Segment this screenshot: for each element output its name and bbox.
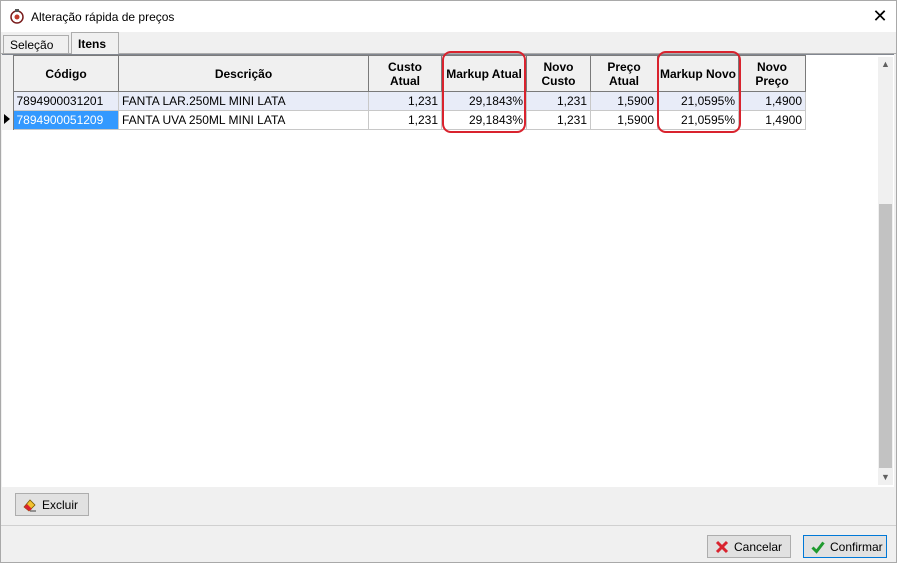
tab-selecao[interactable]: Seleção — [3, 35, 69, 53]
dialog-window: Alteração rápida de preços ✕ Seleção Ite… — [0, 0, 897, 563]
current-row-arrow-icon — [4, 114, 10, 124]
checkmark-icon — [810, 539, 826, 555]
col-header-novo-custo[interactable]: Novo Custo — [526, 55, 591, 92]
col-header-preco-atual[interactable]: Preço Atual — [590, 55, 658, 92]
cell-novo-custo[interactable]: 1,231 — [526, 110, 591, 130]
scroll-thumb[interactable] — [879, 204, 892, 468]
col-header-markup-atual[interactable]: Markup Atual — [441, 55, 527, 92]
window-title: Alteração rápida de preços — [31, 10, 175, 24]
cancel-x-icon — [714, 539, 730, 555]
scroll-down-icon[interactable]: ▼ — [878, 470, 893, 485]
scroll-up-icon[interactable]: ▲ — [878, 57, 893, 72]
confirmar-button[interactable]: Confirmar — [803, 535, 887, 558]
cell-preco-atual[interactable]: 1,5900 — [590, 91, 658, 111]
cancelar-label: Cancelar — [734, 539, 783, 554]
cancelar-button[interactable]: Cancelar — [707, 535, 791, 558]
cell-codigo[interactable]: 7894900031201 — [13, 91, 119, 111]
col-header-custo-atual[interactable]: Custo Atual — [368, 55, 442, 92]
cell-codigo[interactable]: 7894900051209 — [13, 110, 119, 130]
excluir-label: Excluir — [42, 497, 79, 512]
cell-custo-atual[interactable]: 1,231 — [368, 110, 442, 130]
cell-markup-novo[interactable]: 21,0595% — [657, 110, 739, 130]
cell-descricao[interactable]: FANTA LAR.250ML MINI LATA — [118, 91, 369, 111]
col-header-descricao[interactable]: Descrição — [118, 55, 369, 92]
cell-novo-preco[interactable]: 1,4900 — [738, 91, 806, 111]
cell-preco-atual[interactable]: 1,5900 — [590, 110, 658, 130]
confirmar-label: Confirmar — [830, 539, 883, 554]
vertical-scrollbar[interactable]: ▲ ▼ — [878, 57, 893, 485]
excluir-button[interactable]: Excluir — [15, 493, 89, 516]
cell-custo-atual[interactable]: 1,231 — [368, 91, 442, 111]
table-row[interactable]: 7894900051209 FANTA UVA 250ML MINI LATA … — [13, 110, 806, 130]
cell-descricao[interactable]: FANTA UVA 250ML MINI LATA — [118, 110, 369, 130]
items-grid[interactable]: Código Descrição Custo Atual Markup Atual… — [2, 51, 894, 487]
table-row[interactable]: 7894900031201 FANTA LAR.250ML MINI LATA … — [13, 91, 806, 111]
app-icon — [9, 8, 25, 24]
tab-itens[interactable]: Itens — [71, 32, 119, 54]
cell-novo-preco[interactable]: 1,4900 — [738, 110, 806, 130]
col-header-markup-novo[interactable]: Markup Novo — [657, 55, 739, 92]
title-bar[interactable]: Alteração rápida de preços ✕ — [1, 1, 896, 32]
cell-markup-atual[interactable]: 29,1843% — [441, 91, 527, 111]
col-header-novo-preco[interactable]: Novo Preço — [738, 55, 806, 92]
items-table: Código Descrição Custo Atual Markup Atual… — [13, 55, 806, 130]
eraser-icon — [22, 497, 38, 513]
cell-markup-novo[interactable]: 21,0595% — [657, 91, 739, 111]
close-icon[interactable]: ✕ — [867, 5, 893, 27]
cell-novo-custo[interactable]: 1,231 — [526, 91, 591, 111]
header-row: Código Descrição Custo Atual Markup Atual… — [13, 55, 806, 92]
col-header-codigo[interactable]: Código — [13, 55, 119, 92]
footer-divider — [1, 525, 896, 526]
tab-strip: Seleção Itens — [1, 32, 896, 54]
cell-markup-atual[interactable]: 29,1843% — [441, 110, 527, 130]
